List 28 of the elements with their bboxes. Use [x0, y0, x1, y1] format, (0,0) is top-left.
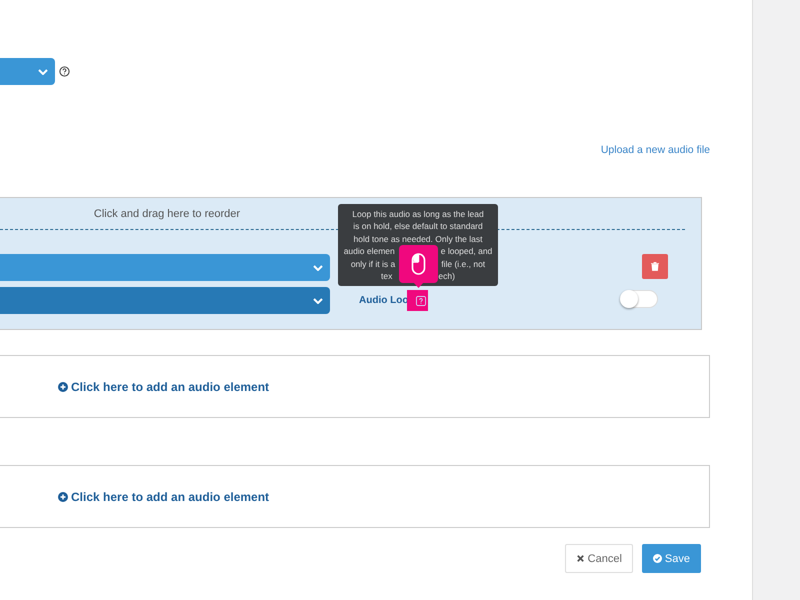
cancel-button[interactable]: Cancel	[564, 544, 633, 573]
upload-link[interactable]: Upload a new audio file	[600, 144, 710, 160]
add-audio-element-link[interactable]: Click here to add an audio element	[58, 490, 270, 504]
dropdown-select[interactable]	[0, 287, 330, 314]
trash-icon	[651, 262, 659, 271]
tooltip-text: audio elemen	[344, 245, 395, 258]
save-button[interactable]: Save	[642, 544, 701, 573]
tooltip-text: tex	[381, 270, 392, 282]
delete-button[interactable]	[642, 254, 668, 279]
plus-icon	[58, 492, 68, 502]
chevron-icon	[313, 298, 323, 304]
tooltip-text: file (i.e., not	[441, 258, 486, 270]
close-icon	[576, 554, 585, 563]
tooltip-text: Loop this audio as long as the lead	[352, 208, 484, 220]
loop-toggle[interactable]	[620, 290, 658, 308]
plus-icon	[58, 382, 68, 392]
check-icon	[652, 554, 662, 563]
chevron-icon	[38, 68, 48, 74]
dropdown-select[interactable]	[0, 254, 330, 281]
tooltip-text: hold tone as needed. Only the last	[353, 232, 482, 245]
tooltip-text: only if it is a	[350, 258, 396, 270]
add-audio-element-link[interactable]: Click here to add an audio element	[58, 380, 270, 394]
drag-handle[interactable]: Click and drag here to reorder	[0, 208, 334, 220]
tooltip-text: ech)	[438, 270, 455, 282]
tooltip-text: is on hold, else default to standard	[353, 220, 483, 232]
chevron-icon	[313, 264, 323, 270]
tooltip-text: e looped, and	[440, 245, 492, 258]
help-icon[interactable]	[59, 66, 70, 77]
